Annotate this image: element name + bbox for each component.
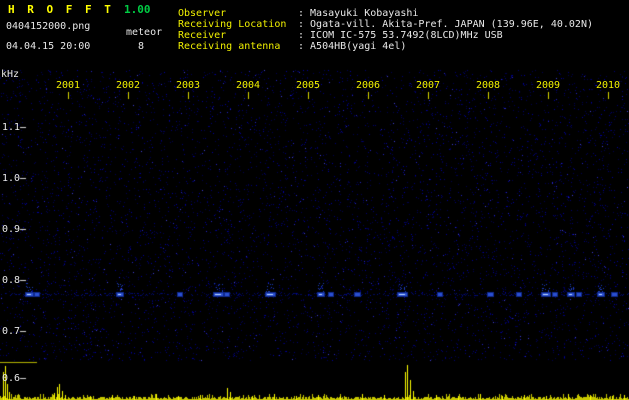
time-tick-label: 2010 xyxy=(595,80,621,91)
info-colon: : xyxy=(298,19,305,30)
info-colon: : xyxy=(298,41,305,52)
info-row-location: Receiving Location : Ogata-vill. Akita-P… xyxy=(178,19,593,30)
info-value: Masayuki Kobayashi xyxy=(310,8,419,19)
info-row-observer: Observer : Masayuki Kobayashi xyxy=(178,8,593,19)
freq-tick-label: 0.8 xyxy=(2,275,21,286)
info-value: A504HB(yagi 4el) xyxy=(310,41,407,52)
echo-count-label: 8 xyxy=(138,41,145,52)
time-tick-label: 2005 xyxy=(295,80,321,91)
freq-tick-label: 1.0 xyxy=(2,173,21,184)
freq-tick-label: 0.7 xyxy=(2,326,21,337)
info-value: ICOM IC-575 53.7492(8LCD)MHz USB xyxy=(310,30,503,41)
observer-info-block: Observer : Masayuki Kobayashi Receiving … xyxy=(178,8,593,52)
time-tick-label: 2006 xyxy=(355,80,381,91)
time-tick-label: 2008 xyxy=(475,80,501,91)
info-label: Receiving antenna xyxy=(178,41,281,52)
time-tick-label: 2001 xyxy=(55,80,81,91)
info-label: Observer xyxy=(178,8,227,19)
app-title: H R O F F T xyxy=(8,3,114,16)
app-version-label: 1.00 xyxy=(124,3,151,16)
time-tick-label: 2009 xyxy=(535,80,561,91)
freq-tick-label: 0.6 xyxy=(2,373,21,384)
info-label: Receiving Location xyxy=(178,19,287,30)
filename-label: 0404152000.png xyxy=(6,21,91,32)
info-row-antenna: Receiving antenna : A504HB(yagi 4el) xyxy=(178,41,593,52)
time-tick-label: 2004 xyxy=(235,80,261,91)
spectrogram-canvas xyxy=(0,0,629,400)
info-row-receiver: Receiver : ICOM IC-575 53.7492(8LCD)MHz … xyxy=(178,30,593,41)
freq-tick-label: 1.1 xyxy=(2,122,21,133)
info-value: Ogata-vill. Akita-Pref. JAPAN (139.96E, … xyxy=(310,19,593,30)
time-tick-label: 2003 xyxy=(175,80,201,91)
mode-label: meteor xyxy=(126,27,163,38)
timestamp-label: 04.04.15 20:00 xyxy=(6,41,91,52)
info-colon: : xyxy=(298,30,305,41)
y-axis-unit-label: kHz xyxy=(1,69,20,80)
hrofft-screen: H R O F F T 1.00 0404152000.png meteor 0… xyxy=(0,0,629,400)
info-label: Receiver xyxy=(178,30,227,41)
time-tick-label: 2007 xyxy=(415,80,441,91)
freq-tick-label: 0.9 xyxy=(2,224,21,235)
info-colon: : xyxy=(298,8,305,19)
time-tick-label: 2002 xyxy=(115,80,141,91)
